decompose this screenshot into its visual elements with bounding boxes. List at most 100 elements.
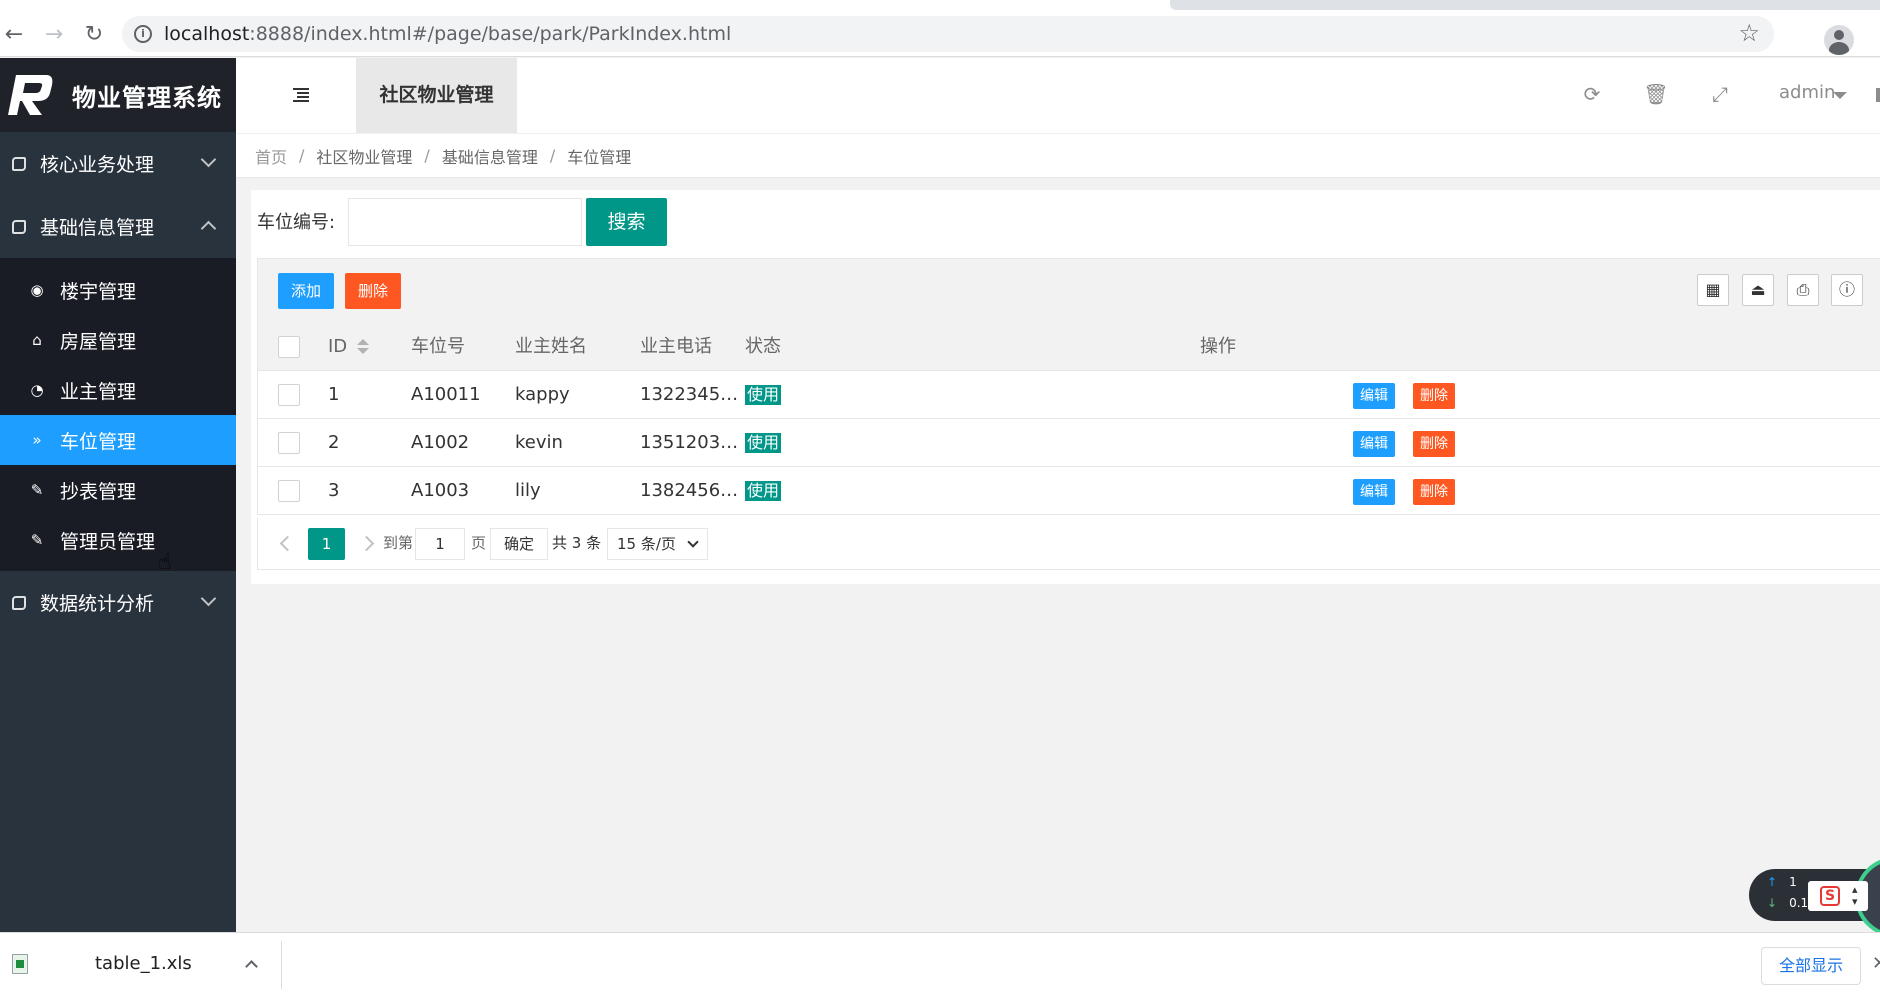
pagination: 1 到第 1 页 确定 共 3 条 15 条/页 xyxy=(257,518,1880,570)
print-icon[interactable]: ⎙ xyxy=(1787,274,1819,306)
cell-phone: 1322345… xyxy=(640,384,739,405)
trash-icon[interactable]: 🗑 xyxy=(1642,80,1670,108)
breadcrumb-separator: / xyxy=(424,146,430,165)
chevron-up-icon xyxy=(200,220,217,237)
columns-icon[interactable]: ▦ xyxy=(1697,274,1729,306)
page-1-button[interactable]: 1 xyxy=(308,528,345,560)
page-size-select[interactable]: 15 条/页 xyxy=(607,528,708,560)
more-icon[interactable] xyxy=(1876,88,1880,102)
leaf-icon xyxy=(12,219,26,234)
delete-button[interactable]: 删除 xyxy=(1413,479,1455,505)
search-input[interactable] xyxy=(348,198,582,246)
user-menu[interactable]: admin xyxy=(1779,82,1835,103)
delete-button[interactable]: 删除 xyxy=(1413,431,1455,457)
sidebar-item-admin[interactable]: ✎ 管理员管理 xyxy=(0,515,236,565)
edit-button[interactable]: 编辑 xyxy=(1353,479,1395,505)
sidebar-item-parking[interactable]: » 车位管理 xyxy=(0,415,236,465)
breadcrumb-community[interactable]: 社区物业管理 xyxy=(316,144,412,168)
batch-delete-button[interactable]: 删除 xyxy=(345,273,402,309)
search-button[interactable]: 搜索 xyxy=(586,198,667,246)
close-icon[interactable]: ✕ xyxy=(1872,953,1880,974)
edit-button[interactable]: 编辑 xyxy=(1353,431,1395,457)
caret-down-icon[interactable] xyxy=(1833,92,1847,99)
chevron-down-icon: » xyxy=(32,431,42,449)
nav-group-label: 核心业务处理 xyxy=(40,154,155,176)
browser-tabstrip xyxy=(1170,0,1880,10)
cell-owner: lily xyxy=(515,480,541,501)
next-page-icon[interactable] xyxy=(358,535,375,552)
sogou-icon: S xyxy=(1820,886,1840,906)
tab-community-property[interactable]: 社区物业管理 xyxy=(356,58,517,133)
profile-icon[interactable] xyxy=(1824,25,1854,55)
ime-toolbar[interactable]: S ▴ ▾ xyxy=(1808,881,1868,911)
table-row: 1 A10011 kappy 1322345… 使用 编辑 删除 xyxy=(257,371,1880,419)
table-header-row: ID 车位号 业主姓名 业主电话 状态 操作 xyxy=(257,323,1880,371)
cell-status: 使用 xyxy=(745,371,782,419)
fullscreen-icon[interactable]: ⤢ xyxy=(1706,80,1734,108)
page-input[interactable]: 1 xyxy=(415,528,465,560)
content-card: 车位编号: 搜索 添加 删除 ▦ ⏏ ⎙ ⓘ ID 车位号 业主姓名 业主电话 … xyxy=(251,190,1880,584)
export-icon[interactable]: ⏏ xyxy=(1742,274,1774,306)
select-all-checkbox[interactable] xyxy=(278,336,300,358)
back-icon[interactable]: ← xyxy=(0,20,28,48)
sidebar-item-label: 业主管理 xyxy=(60,380,137,403)
prev-page-icon[interactable] xyxy=(279,535,296,552)
confirm-page-button[interactable]: 确定 xyxy=(490,528,548,560)
chevron-up-icon[interactable] xyxy=(245,960,258,973)
info-icon[interactable]: i xyxy=(134,25,152,43)
sidebar-item-house[interactable]: ⌂ 房屋管理 xyxy=(0,315,236,365)
add-button[interactable]: 添加 xyxy=(278,273,335,309)
bookmark-star-icon[interactable]: ☆ xyxy=(1738,19,1760,47)
chevron-down-icon xyxy=(200,590,217,607)
nav-group-core[interactable]: 核心业务处理 xyxy=(0,132,236,195)
nav-group-label: 基础信息管理 xyxy=(40,217,155,239)
sidebar-item-label: 车位管理 xyxy=(60,430,137,453)
sidebar-item-building[interactable]: ◉ 楼宇管理 xyxy=(0,265,236,315)
sidebar-item-owner[interactable]: ◔ 业主管理 xyxy=(0,365,236,415)
hand-cursor-icon: ☝ xyxy=(158,550,172,575)
info-circle-icon[interactable]: ⓘ xyxy=(1831,274,1863,306)
reload-icon[interactable]: ↻ xyxy=(80,20,108,48)
leaf-icon xyxy=(12,595,26,610)
cell-phone: 1382456… xyxy=(640,480,739,501)
address-bar[interactable]: i localhost:8888/index.html#/page/base/p… xyxy=(122,16,1774,52)
cell-park-no: A1002 xyxy=(411,432,470,453)
row-checkbox[interactable] xyxy=(278,480,300,502)
status-badge: 使用 xyxy=(745,385,782,405)
sidebar: 物业管理系统 核心业务处理 基础信息管理 ◉ 楼宇管理 ⌂ 房屋管理 ◔ 业主管… xyxy=(0,58,236,932)
breadcrumb-home[interactable]: 首页 xyxy=(255,144,287,168)
nav-group-basic-info[interactable]: 基础信息管理 xyxy=(0,195,236,258)
nav-group-statistics[interactable]: 数据统计分析 xyxy=(0,571,236,634)
column-header-phone: 业主电话 xyxy=(640,336,712,357)
table-row: 3 A1003 lily 1382456… 使用 编辑 删除 xyxy=(257,467,1880,515)
cell-id: 1 xyxy=(328,384,340,405)
column-header-status: 状态 xyxy=(745,336,781,357)
edit-button[interactable]: 编辑 xyxy=(1353,383,1395,409)
download-speed: ↓ 0.1 xyxy=(1767,896,1809,910)
refresh-icon[interactable]: ⟳ xyxy=(1578,80,1606,108)
sort-icon[interactable] xyxy=(357,339,370,355)
menu-toggle-icon[interactable] xyxy=(291,88,311,102)
page-unit-label: 页 xyxy=(471,534,487,552)
browser-menu-icon[interactable]: ⋮ xyxy=(1872,22,1880,52)
breadcrumb: 首页 / 社区物业管理 / 基础信息管理 / 车位管理 xyxy=(236,133,1880,178)
delete-button[interactable]: 删除 xyxy=(1413,383,1455,409)
edit-icon: ✎ xyxy=(30,481,44,499)
total-count: 共 3 条 xyxy=(552,534,602,552)
arrow-up-icon: ↑ xyxy=(1767,875,1778,889)
table-row: 2 A1002 kevin 1351203… 使用 编辑 删除 xyxy=(257,419,1880,467)
sidebar-item-meter[interactable]: ✎ 抄表管理 xyxy=(0,465,236,515)
breadcrumb-basic-info[interactable]: 基础信息管理 xyxy=(442,144,538,168)
show-all-downloads-button[interactable]: 全部显示 xyxy=(1761,947,1861,985)
upload-speed: ↑ 1 xyxy=(1767,875,1797,889)
cell-owner: kevin xyxy=(515,432,563,453)
nav-group-label: 数据统计分析 xyxy=(40,593,155,615)
status-badge: 使用 xyxy=(745,481,782,501)
chevron-down-icon xyxy=(200,151,217,168)
row-checkbox[interactable] xyxy=(278,384,300,406)
download-filename[interactable]: table_1.xls xyxy=(95,953,192,974)
cell-id: 2 xyxy=(328,432,340,453)
forward-icon[interactable]: → xyxy=(40,20,68,48)
row-checkbox[interactable] xyxy=(278,432,300,454)
column-header-id[interactable]: ID xyxy=(328,323,370,371)
